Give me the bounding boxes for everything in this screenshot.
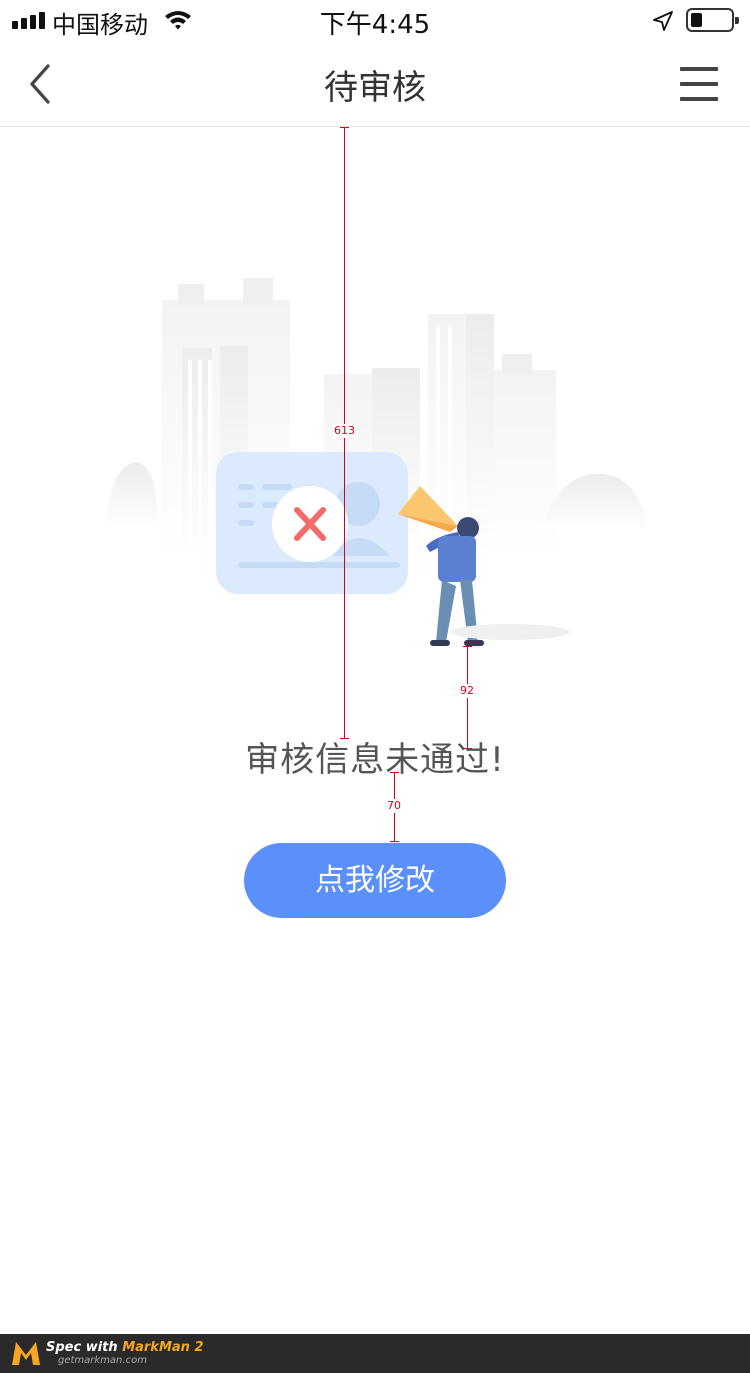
measure-cap: [340, 127, 349, 128]
measure-cap: [390, 841, 399, 842]
measure-cap: [463, 646, 472, 647]
markman-spec-text: Spec with MarkMan 2: [46, 1340, 204, 1355]
nav-bar: 待审核: [0, 40, 750, 127]
status-bar: 中国移动 下午4:45: [0, 0, 750, 40]
markman-spec-prefix: Spec with: [46, 1340, 123, 1355]
location-arrow-icon: [653, 11, 673, 31]
review-failed-message: 审核信息未通过!: [245, 740, 505, 780]
markman-logo-icon: [12, 1342, 40, 1365]
markman-site: getmarkman.com: [58, 1355, 147, 1366]
markman-footer: Spec with MarkMan 2 getmarkman.com: [0, 1334, 750, 1373]
reject-x-icon: [272, 486, 348, 562]
status-time: 下午4:45: [319, 10, 431, 40]
measure-label-70: 70: [386, 799, 402, 813]
page-title: 待审核: [324, 68, 426, 108]
rejected-id-card-illustration: [106, 278, 648, 646]
measure-label-613: 613: [333, 424, 356, 438]
edit-info-button[interactable]: 点我修改: [244, 843, 506, 918]
battery-icon: [686, 8, 739, 32]
menu-button[interactable]: [678, 64, 722, 104]
measure-label-92: 92: [459, 684, 475, 698]
markman-brand: MarkMan 2: [122, 1340, 204, 1355]
